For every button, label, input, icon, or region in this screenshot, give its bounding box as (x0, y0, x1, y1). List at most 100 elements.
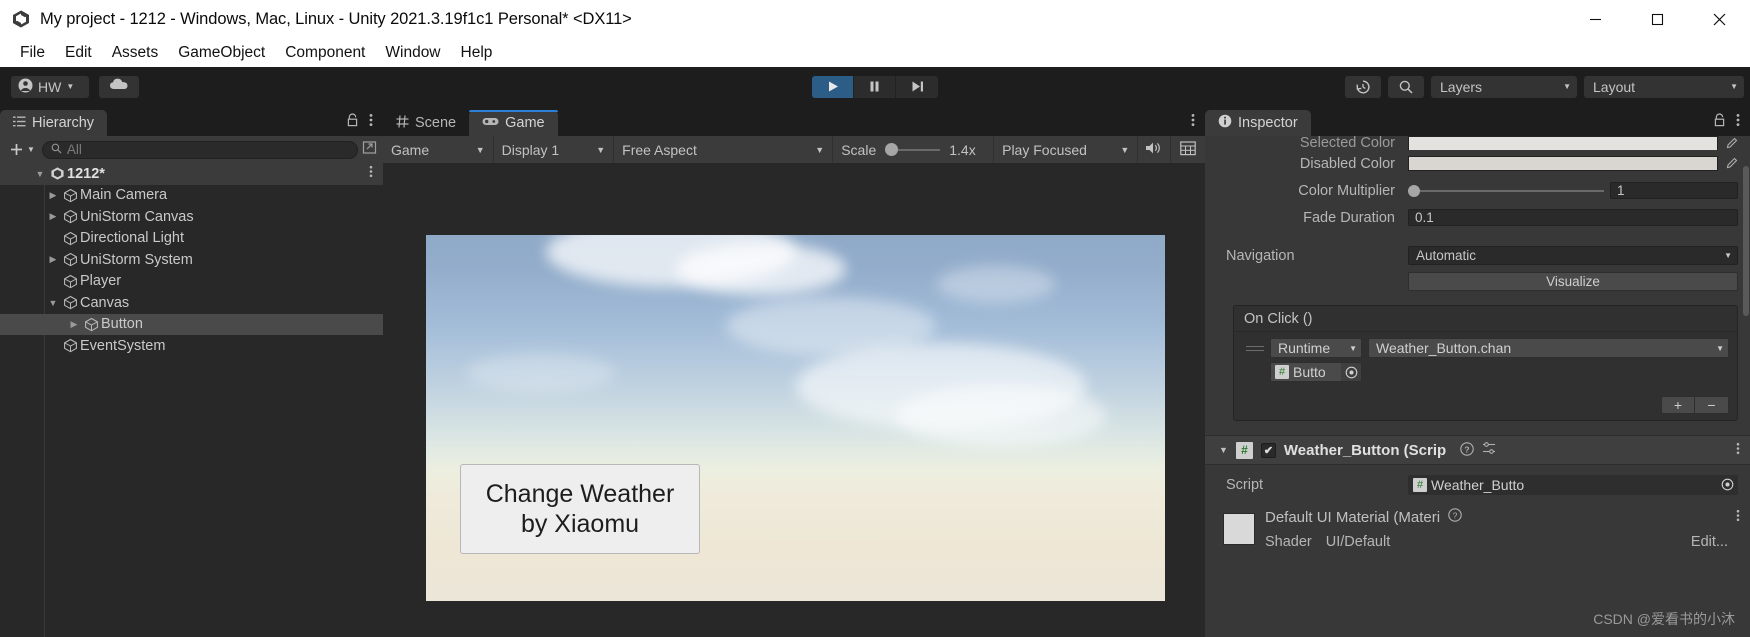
scale-slider-knob[interactable] (885, 143, 899, 156)
menu-item-component[interactable]: Component (275, 42, 375, 64)
chevron-right-icon[interactable]: ▶ (46, 190, 60, 201)
pause-button[interactable] (854, 75, 896, 98)
lock-icon[interactable] (346, 113, 359, 132)
weather-button-component-header[interactable]: ▼ # ✔ Weather_Button (Scrip ? (1205, 435, 1750, 465)
kebab-icon[interactable] (1736, 509, 1740, 527)
script-object-field[interactable]: # Weather_Butto (1408, 474, 1738, 495)
kebab-icon[interactable] (1736, 442, 1740, 459)
add-event-button[interactable]: + (1661, 396, 1695, 414)
menu-item-assets[interactable]: Assets (102, 42, 169, 64)
scale-slider[interactable] (885, 143, 941, 156)
menu-item-edit[interactable]: Edit (55, 42, 102, 64)
close-button[interactable] (1688, 0, 1750, 38)
hierarchy-item-directional-light[interactable]: Directional Light (0, 228, 383, 250)
step-button[interactable] (896, 75, 938, 98)
help-icon[interactable]: ? (1460, 441, 1474, 459)
object-picker-icon[interactable] (1717, 475, 1737, 494)
hierarchy-item-eventsystem[interactable]: EventSystem (0, 335, 383, 357)
menu-item-help[interactable]: Help (451, 42, 503, 64)
hierarchy-item-canvas[interactable]: ▼ Canvas (0, 292, 383, 314)
game-stats-button[interactable] (1171, 136, 1205, 163)
account-button[interactable]: HW ▼ (11, 75, 89, 98)
tab-scene[interactable]: Scene (383, 110, 470, 136)
hierarchy-filter-icon[interactable] (362, 140, 377, 160)
search-button[interactable] (1388, 75, 1424, 98)
game-display-dropdown[interactable]: Display 1 ▼ (494, 136, 615, 163)
inspector-row-fade-duration[interactable]: Fade Duration 0.1 (1205, 204, 1750, 231)
inspector-scrollbar[interactable] (1743, 166, 1749, 316)
target-object-field[interactable]: # Butto (1270, 362, 1362, 382)
game-aspect-dropdown[interactable]: Free Aspect ▼ (614, 136, 834, 163)
inspector-row-color-multiplier[interactable]: Color Multiplier 1 (1205, 177, 1750, 204)
minimize-button[interactable] (1564, 0, 1626, 38)
color-multiplier-slider[interactable] (1408, 184, 1604, 197)
disabled-color-swatch[interactable] (1408, 156, 1718, 171)
navigation-label: Navigation (1226, 247, 1295, 264)
game-mute-button[interactable] (1138, 136, 1172, 163)
chevron-right-icon[interactable]: ▶ (67, 319, 81, 330)
object-picker-icon[interactable] (1341, 363, 1361, 381)
inspector-row-selected-color[interactable]: Selected Color (1205, 136, 1750, 150)
cloud-services-button[interactable] (99, 75, 139, 98)
layout-dropdown[interactable]: Layout ▼ (1584, 75, 1744, 98)
selected-color-swatch[interactable] (1408, 136, 1718, 150)
history-button[interactable] (1345, 75, 1381, 98)
hierarchy-scene-row[interactable]: ▼ 1212* (0, 163, 383, 185)
chevron-right-icon[interactable]: ▶ (46, 211, 60, 222)
tab-hierarchy[interactable]: Hierarchy (0, 110, 108, 136)
runtime-mode-dropdown[interactable]: Runtime ▼ (1270, 338, 1362, 358)
hierarchy-item-unistorm-system[interactable]: ▶ UniStorm System (0, 249, 383, 271)
maximize-button[interactable] (1626, 0, 1688, 38)
game-playmode-dropdown[interactable]: Play Focused ▼ (994, 136, 1139, 163)
game-render-surface[interactable]: Change Weather by Xiaomu (426, 235, 1165, 601)
kebab-icon[interactable] (1736, 113, 1740, 132)
hierarchy-item-unistorm-canvas[interactable]: ▶ UniStorm Canvas (0, 206, 383, 228)
color-multiplier-knob[interactable] (1408, 184, 1420, 197)
component-enabled-checkbox[interactable]: ✔ (1260, 442, 1276, 458)
chevron-down-icon[interactable]: ▼ (1219, 445, 1228, 455)
drag-handle-icon[interactable] (1242, 345, 1264, 351)
chevron-down-icon[interactable]: ▼ (33, 169, 47, 179)
remove-event-button[interactable]: − (1695, 396, 1729, 414)
preset-icon[interactable] (1482, 441, 1496, 459)
visualize-button[interactable]: Visualize (1408, 271, 1738, 291)
chevron-down-icon[interactable]: ▼ (46, 298, 60, 308)
eyedropper-icon[interactable] (1724, 157, 1738, 170)
kebab-icon[interactable] (369, 113, 373, 132)
material-header-row[interactable]: Default UI Material (Materi ? Shader UI/… (1205, 498, 1750, 550)
hierarchy-search-input[interactable]: All (41, 140, 358, 159)
navigation-dropdown[interactable]: Automatic ▼ (1408, 246, 1738, 265)
play-button[interactable] (812, 75, 854, 98)
kebab-icon[interactable] (369, 165, 383, 182)
menu-item-window[interactable]: Window (375, 42, 450, 64)
menu-item-gameobject[interactable]: GameObject (168, 42, 275, 64)
inspector-row-script[interactable]: Script # Weather_Butto (1205, 471, 1750, 498)
fade-duration-value[interactable]: 0.1 (1408, 209, 1738, 226)
tab-scene-label: Scene (415, 115, 457, 131)
game-scale-control[interactable]: Scale 1.4x (833, 136, 995, 163)
shader-value[interactable]: UI/Default (1326, 534, 1390, 550)
color-multiplier-value[interactable]: 1 (1610, 182, 1738, 199)
chevron-down-icon: ▼ (1730, 82, 1738, 91)
hierarchy-item-main-camera[interactable]: ▶ Main Camera (0, 185, 383, 207)
tab-game[interactable]: Game (469, 110, 558, 136)
hierarchy-item-button[interactable]: ▶ Button (0, 313, 383, 335)
help-icon[interactable]: ? (1448, 508, 1462, 527)
chevron-right-icon[interactable]: ▶ (46, 254, 60, 265)
add-gameobject-button[interactable]: ▼ (6, 142, 38, 157)
layers-dropdown[interactable]: Layers ▼ (1431, 75, 1577, 98)
chevron-down-icon: ▼ (27, 145, 35, 154)
shader-edit-button[interactable]: Edit... (1691, 534, 1740, 550)
menu-item-file[interactable]: File (10, 42, 55, 64)
inspector-row-visualize[interactable]: Visualize (1205, 269, 1750, 293)
inspector-row-disabled-color[interactable]: Disabled Color (1205, 150, 1750, 177)
change-weather-button[interactable]: Change Weather by Xiaomu (460, 464, 700, 554)
inspector-row-navigation[interactable]: Navigation Automatic ▼ (1205, 242, 1750, 269)
hierarchy-item-player[interactable]: Player (0, 271, 383, 293)
tab-inspector[interactable]: Inspector (1205, 110, 1311, 136)
game-viewmode-dropdown[interactable]: Game ▼ (383, 136, 494, 163)
eyedropper-icon[interactable] (1724, 137, 1738, 150)
kebab-icon[interactable] (1191, 113, 1195, 132)
function-dropdown[interactable]: Weather_Button.chan ▼ (1368, 338, 1729, 358)
lock-icon[interactable] (1713, 113, 1726, 132)
